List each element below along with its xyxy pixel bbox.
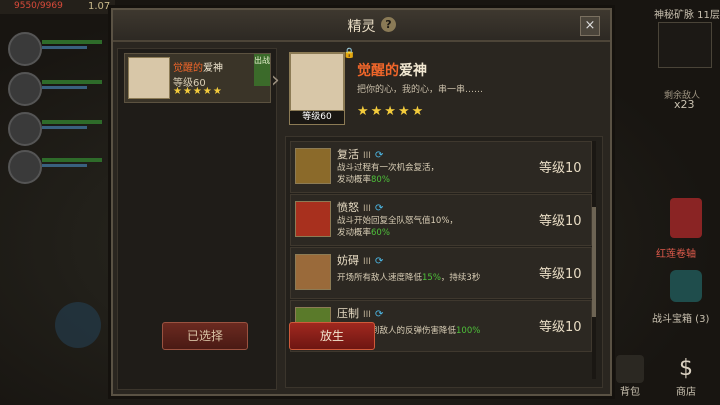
- equipped-badge: 出战: [254, 54, 270, 86]
- resurrect-icon: [295, 148, 331, 184]
- dollar-icon: $: [679, 356, 693, 381]
- spirit-dialog: 精灵 ? × 觉醒的爱神 等级60 ★★★★★ 出战 › 🔒 等级60 觉醒的爱…: [111, 8, 612, 396]
- hero-slot-4[interactable]: [8, 150, 118, 184]
- avatar: [8, 112, 42, 146]
- skill-level: 等级10: [539, 267, 582, 282]
- bag-icon: [616, 355, 644, 383]
- refresh-icon: ⟳: [374, 203, 384, 214]
- spirit-name: 觉醒的爱神: [173, 63, 223, 74]
- spirit-list-item[interactable]: 觉醒的爱神 等级60 ★★★★★ 出战: [124, 53, 271, 103]
- battle-chest-label: 战斗宝箱 (3): [652, 314, 710, 325]
- spirit-portrait: [128, 57, 170, 99]
- skill-level: 等级10: [539, 320, 582, 335]
- star-rating: ★★★★★: [357, 104, 426, 119]
- skill-name: 压制: [337, 307, 359, 320]
- hinder-icon: [295, 254, 331, 290]
- skill-name: 愤怒: [337, 201, 359, 214]
- help-icon[interactable]: ?: [381, 17, 396, 32]
- lock-icon[interactable]: 🔒: [343, 48, 355, 59]
- mana-bar: [42, 86, 87, 89]
- skill-description: 开场所有敌人速度降低15%，持续3秒: [337, 273, 481, 283]
- skill-description: 战斗过程有一次机会复活， 发动概率80%: [337, 163, 440, 185]
- mana-bar: [42, 46, 87, 49]
- top-left-number: 1.07: [88, 1, 111, 12]
- skill-name: 妨碍: [337, 254, 359, 267]
- hero-slot-1[interactable]: [8, 32, 118, 66]
- battle-chest-icon[interactable]: [670, 270, 702, 302]
- selected-button[interactable]: 已选择: [162, 322, 248, 350]
- remaining-enemies-count: x23: [674, 98, 695, 111]
- skill-rank: III: [363, 257, 371, 267]
- skill-level: 等级10: [539, 214, 582, 229]
- skill-rank: III: [363, 151, 371, 161]
- hp-bar: [42, 40, 102, 44]
- skill-row[interactable]: 复活 III ⟳ 战斗过程有一次机会复活， 发动概率80% 等级10: [290, 141, 592, 193]
- avatar: [8, 72, 42, 106]
- refresh-icon: ⟳: [374, 150, 384, 161]
- scrollbar-thumb[interactable]: [592, 207, 596, 317]
- close-button[interactable]: ×: [580, 16, 600, 36]
- star-rating: ★★★★★: [173, 86, 223, 97]
- red-scroll-icon[interactable]: [670, 198, 702, 238]
- avatar: [8, 32, 42, 66]
- skill-level: 等级10: [539, 161, 582, 176]
- mana-bar: [42, 164, 87, 167]
- refresh-icon: ⟳: [374, 256, 384, 267]
- spirit-portrait-large: [289, 52, 345, 114]
- dungeon-level: 神秘矿脉 11层: [654, 10, 720, 21]
- release-button[interactable]: 放生: [289, 322, 375, 350]
- skill-name: 复活: [337, 148, 359, 161]
- shop-button[interactable]: $ 商店: [664, 355, 708, 403]
- minimap[interactable]: [658, 22, 712, 68]
- right-hud: 神秘矿脉 11层 剩余敌人 x23 红莲卷轴 战斗宝箱 (3): [648, 0, 720, 405]
- hp-bar: [42, 80, 102, 84]
- skill-row[interactable]: 妨碍 III ⟳ 开场所有敌人速度降低15%，持续3秒 等级10: [290, 247, 592, 299]
- refresh-icon: ⟳: [374, 309, 384, 320]
- hp-bar: [42, 158, 102, 162]
- dialog-title: 精灵: [347, 19, 376, 35]
- bag-label: 背包: [620, 387, 640, 398]
- bag-button[interactable]: 背包: [612, 355, 648, 403]
- virtual-joystick[interactable]: [55, 302, 101, 348]
- hero-slot-2[interactable]: [8, 72, 118, 106]
- skill-list: 复活 III ⟳ 战斗过程有一次机会复活， 发动概率80% 等级10 愤怒 III ⟳ 战…: [285, 136, 603, 388]
- hero-slot-3[interactable]: [8, 112, 118, 146]
- red-scroll-label: 红莲卷轴: [656, 249, 696, 260]
- hp-text: 9550/9969: [14, 1, 63, 11]
- avatar: [8, 150, 42, 184]
- dialog-header: 精灵 ? ×: [113, 10, 610, 42]
- mana-bar: [42, 126, 87, 129]
- skill-description: 战斗开始回复全队怒气值10%， 发动概率60%: [337, 216, 458, 238]
- rage-icon: [295, 201, 331, 237]
- detail-name: 觉醒的爱神: [357, 63, 427, 79]
- top-left-status: 9550/9969 1.07: [0, 0, 115, 14]
- level-tag: 等级60: [289, 110, 345, 125]
- shop-label: 商店: [676, 387, 696, 398]
- hp-bar: [42, 120, 102, 124]
- chevron-right-icon: ›: [271, 68, 280, 93]
- skill-rank: III: [363, 204, 371, 214]
- skill-row[interactable]: 愤怒 III ⟳ 战斗开始回复全队怒气值10%， 发动概率60% 等级10: [290, 194, 592, 246]
- detail-description: 把你的心，我的心，串一串……: [357, 85, 484, 95]
- skill-rank: III: [363, 310, 371, 320]
